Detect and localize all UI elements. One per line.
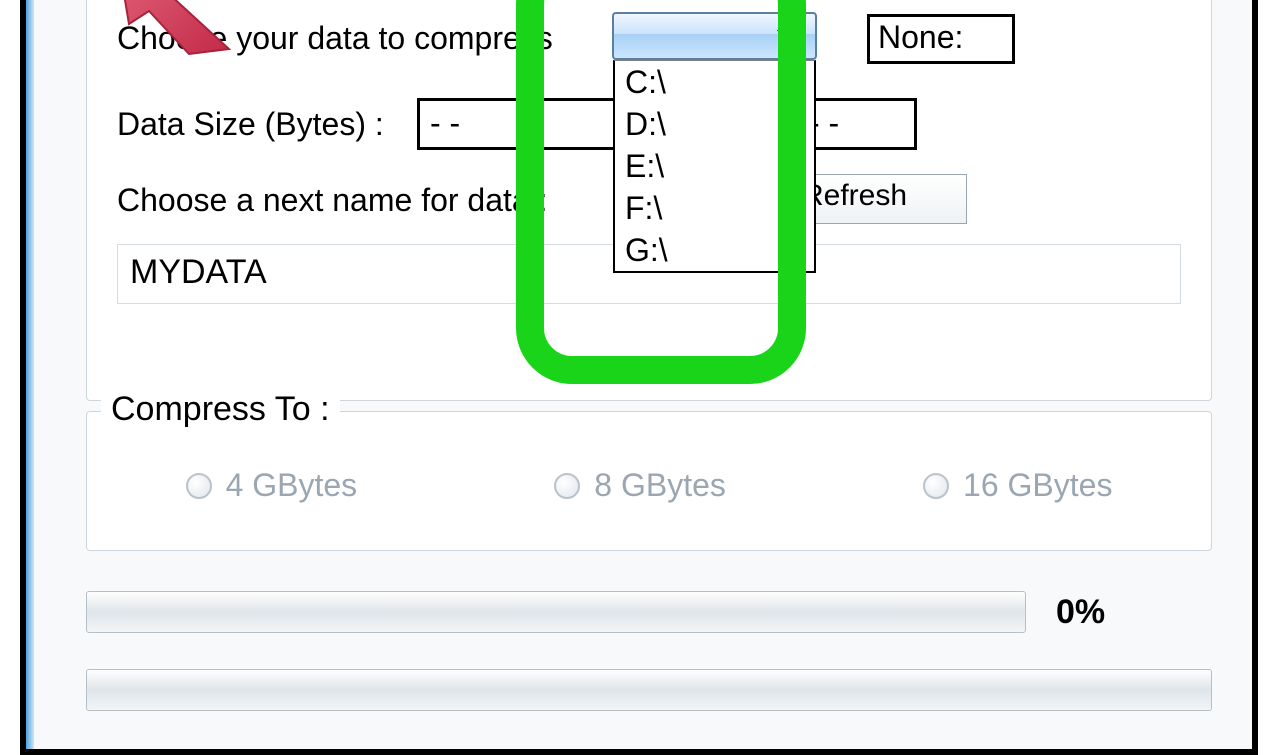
progress-bar	[86, 591, 1026, 633]
chevron-down-icon	[777, 30, 801, 46]
size-radio-row: 4 GBytes 8 GBytes 16 GBytes	[87, 467, 1211, 504]
drive-option[interactable]: G:\	[615, 229, 814, 271]
size-option-label: 8 GBytes	[594, 467, 726, 504]
size-option-16gb[interactable]: 16 GBytes	[923, 467, 1112, 504]
next-name-label: Choose a next name for data :	[117, 182, 547, 219]
radio-icon	[923, 473, 949, 499]
progress-percent: 0%	[1056, 593, 1105, 632]
app-window: Configuration : Choose your data to comp…	[20, 0, 1258, 755]
compress-to-legend: Compress To :	[101, 390, 340, 429]
drive-dropdown[interactable]	[612, 12, 817, 60]
drive-option[interactable]: F:\	[615, 187, 814, 229]
choose-data-label: Choose your data to compress	[117, 20, 553, 57]
data-size-label: Data Size (Bytes) :	[117, 106, 384, 143]
drive-option[interactable]: C:\	[615, 61, 814, 103]
drive-option[interactable]: E:\	[615, 145, 814, 187]
none-display: None:	[867, 14, 1015, 64]
radio-icon	[186, 473, 212, 499]
configuration-group: Configuration : Choose your data to comp…	[86, 0, 1212, 401]
size-option-label: 16 GBytes	[963, 467, 1112, 504]
size-option-8gb[interactable]: 8 GBytes	[554, 467, 726, 504]
compress-to-group: Compress To : 4 GBytes 8 GBytes 16 GByte…	[86, 411, 1212, 551]
drive-option[interactable]: D:\	[615, 103, 814, 145]
secondary-progress-bar	[86, 669, 1212, 711]
drive-dropdown-list[interactable]: C:\ D:\ E:\ F:\ G:\	[613, 60, 816, 273]
size-option-4gb[interactable]: 4 GBytes	[186, 467, 358, 504]
radio-icon	[554, 473, 580, 499]
size-option-label: 4 GBytes	[226, 467, 358, 504]
